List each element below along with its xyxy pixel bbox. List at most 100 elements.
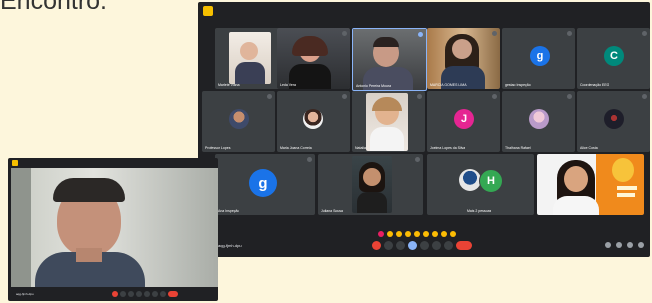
avatar-letter: C — [610, 50, 618, 62]
present-icon[interactable] — [144, 291, 150, 297]
participant-name: Maria Joana Correia — [280, 146, 312, 150]
avatar: C — [604, 46, 624, 66]
meeting-code: aqg-fjmh-dpu — [218, 243, 242, 248]
reactions-bar — [378, 231, 456, 237]
participant-tile[interactable]: Juliana Sousa — [318, 154, 423, 215]
thumbs-up-reaction-icon[interactable] — [387, 231, 393, 237]
participant-name: Juliana Sousa — [321, 209, 343, 213]
meeting-code: aqg-fjmh-dpu — [16, 292, 34, 296]
heart-reaction-icon[interactable] — [378, 231, 384, 237]
participant-name: Professor Lopes — [205, 146, 231, 150]
present-icon[interactable] — [420, 241, 429, 250]
mic-muted-icon — [567, 94, 572, 99]
emoji-icon[interactable] — [136, 291, 142, 297]
participant-tile-active-speaker[interactable]: Antonio Pereira Moura — [352, 28, 427, 91]
participant-tile[interactable]: Thalhana Rafael — [502, 91, 575, 152]
participant-tile[interactable]: Natalia — [352, 91, 425, 152]
participant-name: gestao Inspeção — [505, 83, 531, 87]
party-reaction-icon[interactable] — [396, 231, 402, 237]
participant-tile[interactable]: Leda Vera — [277, 28, 350, 89]
participant-video — [277, 28, 350, 89]
mic-muted-icon — [342, 31, 347, 36]
participant-tile[interactable]: C Coordenação EEG — [577, 28, 650, 89]
info-icon[interactable] — [605, 242, 611, 248]
page-heading: Encontro. — [0, 0, 108, 15]
avatar: g — [530, 46, 550, 66]
mic-muted-icon — [307, 157, 312, 162]
mic-muted-icon — [567, 31, 572, 36]
participant-tile[interactable]: Maria Joana Correia — [277, 91, 350, 152]
clap-reaction-icon[interactable] — [405, 231, 411, 237]
captions-icon[interactable] — [396, 241, 405, 250]
emoji-icon[interactable] — [408, 241, 417, 250]
participant-video — [353, 29, 426, 90]
laugh-reaction-icon[interactable] — [414, 231, 420, 237]
meet-logo-icon — [203, 6, 213, 16]
participant-name: Leda Vera — [280, 83, 296, 87]
call-controls — [372, 241, 472, 250]
avatar: H — [479, 169, 503, 193]
people-icon[interactable] — [616, 242, 622, 248]
more-icon[interactable] — [160, 291, 166, 297]
participant-name: Natalia — [355, 146, 366, 150]
hand-icon[interactable] — [432, 241, 441, 250]
avatar — [229, 109, 249, 129]
mic-muted-icon — [415, 157, 420, 162]
hangup-icon[interactable] — [168, 291, 178, 297]
participant-name: Coordenação EEG — [580, 83, 610, 87]
sad-reaction-icon[interactable] — [432, 231, 438, 237]
participant-tile[interactable]: g Ana Inspeção — [215, 154, 315, 215]
participant-tile[interactable]: Professor Lopes — [202, 91, 275, 152]
participant-name: Thalhana Rafael — [505, 146, 531, 150]
chat-icon[interactable] — [627, 242, 633, 248]
more-icon[interactable] — [444, 241, 453, 250]
participant-video — [537, 154, 644, 215]
participant-tile[interactable]: Alice Costa — [577, 91, 650, 152]
participant-name: Ana Inspeção — [218, 209, 240, 213]
mic-muted-icon — [417, 94, 422, 99]
meet-logo-icon — [12, 160, 18, 166]
mic-icon[interactable] — [112, 291, 118, 297]
participant-tile[interactable]: Marlete Viana — [215, 28, 285, 89]
meet-grid-window: Marlete Viana Leda Vera Antonio Pereira … — [198, 2, 650, 257]
participant-name: Joelma Lopes da Silva — [430, 146, 466, 150]
participant-tile[interactable]: J Joelma Lopes da Silva — [427, 91, 500, 152]
participant-tile-overflow[interactable]: H Mais 2 pessoas — [427, 154, 534, 215]
hangup-icon[interactable] — [456, 241, 472, 250]
speaker-video[interactable] — [11, 168, 218, 287]
avatar — [303, 109, 323, 129]
activities-icon[interactable] — [638, 242, 644, 248]
thumbs-down-reaction-icon[interactable] — [450, 231, 456, 237]
avatar — [529, 109, 549, 129]
participant-tile[interactable] — [537, 154, 644, 215]
participant-video — [366, 93, 408, 151]
mic-icon[interactable] — [372, 241, 381, 250]
avatar-letter: g — [536, 50, 544, 62]
hand-icon[interactable] — [152, 291, 158, 297]
avatar — [459, 169, 481, 191]
thinking-reaction-icon[interactable] — [441, 231, 447, 237]
mic-muted-icon — [492, 31, 497, 36]
avatar-letter: g — [258, 174, 268, 192]
meet-control-bar: aqg-fjmh-dpu — [198, 239, 650, 257]
mic-muted-icon — [267, 94, 272, 99]
participant-name: Marlete Viana — [218, 83, 240, 87]
participant-tile[interactable]: MARCIA GOMES LIMA — [427, 28, 500, 89]
mic-muted-icon — [642, 94, 647, 99]
surprised-reaction-icon[interactable] — [423, 231, 429, 237]
mic-muted-icon — [642, 31, 647, 36]
avatar-letter: H — [487, 175, 495, 187]
avatar-letter: J — [460, 113, 468, 125]
camera-icon[interactable] — [384, 241, 393, 250]
camera-icon[interactable] — [120, 291, 126, 297]
captions-icon[interactable] — [128, 291, 134, 297]
participant-name: Alice Costa — [580, 146, 598, 150]
participant-name: MARCIA GOMES LIMA — [430, 83, 467, 87]
avatar: J — [454, 109, 474, 129]
mic-muted-icon — [342, 94, 347, 99]
avatar — [604, 109, 624, 129]
participant-video — [229, 32, 271, 84]
participant-name: Antonio Pereira Moura — [356, 84, 392, 88]
participant-tile[interactable]: g gestao Inspeção — [502, 28, 575, 89]
meet-speaker-window: aqg-fjmh-dpu — [8, 158, 218, 301]
